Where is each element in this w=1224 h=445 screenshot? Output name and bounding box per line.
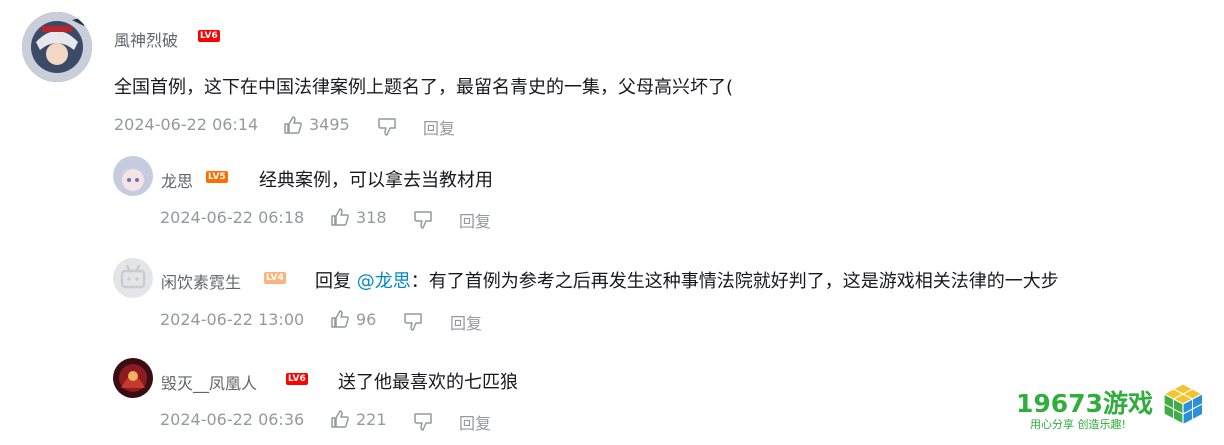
watermark-brand: 19673游戏 bbox=[1016, 389, 1153, 418]
reply-body: 有了首例为参考之后再发生这种事情法院就好判了，这是游戏相关法律的一大步 bbox=[428, 271, 1059, 292]
thumbs-up-icon[interactable] bbox=[283, 115, 303, 135]
like-count: 221 bbox=[356, 410, 387, 429]
mention-separator: ： bbox=[410, 271, 429, 292]
reply-button[interactable]: 回复 bbox=[450, 310, 482, 334]
comment-time: 2024-06-22 06:14 bbox=[114, 115, 259, 134]
reply-time: 2024-06-22 13:00 bbox=[160, 310, 305, 329]
level-badge: LV5 bbox=[206, 171, 228, 183]
cube-logo-icon bbox=[1162, 383, 1204, 425]
like-count: 318 bbox=[356, 208, 387, 227]
watermark-slogan: 用心分享 创造乐趣! bbox=[1030, 418, 1126, 431]
reply-text: 经典案例，可以拿去当教材用 bbox=[259, 170, 493, 191]
reply-text: 送了他最喜欢的七匹狼 bbox=[338, 372, 518, 393]
thumbs-up-icon[interactable] bbox=[330, 309, 350, 329]
like-count: 96 bbox=[356, 310, 377, 329]
avatar[interactable] bbox=[22, 12, 92, 82]
reply-button[interactable]: 回复 bbox=[459, 410, 491, 434]
mention-link[interactable]: @龙思 bbox=[357, 271, 411, 292]
avatar[interactable] bbox=[113, 258, 153, 298]
reply-button[interactable]: 回复 bbox=[423, 115, 455, 139]
username[interactable]: 風神烈破 bbox=[114, 27, 178, 51]
reply-time: 2024-06-22 06:36 bbox=[160, 410, 305, 429]
like-count: 3495 bbox=[309, 115, 350, 134]
level-badge: LV6 bbox=[198, 30, 220, 42]
username[interactable]: 毁灭__凤凰人 bbox=[161, 370, 257, 394]
thumbs-up-icon[interactable] bbox=[330, 207, 350, 227]
reply-button[interactable]: 回复 bbox=[459, 208, 491, 232]
comment-text: 全国首例，这下在中国法律案例上题名了，最留名青史的一集，父母高兴坏了( bbox=[114, 77, 734, 98]
thumbs-down-icon[interactable] bbox=[377, 117, 397, 137]
avatar[interactable] bbox=[113, 156, 153, 196]
thumbs-down-icon[interactable] bbox=[403, 312, 423, 332]
username[interactable]: 龙思 bbox=[161, 168, 193, 192]
thumbs-down-icon[interactable] bbox=[413, 412, 433, 432]
reply-prefix: 回复 bbox=[315, 271, 357, 292]
thumbs-up-icon[interactable] bbox=[330, 409, 350, 429]
reply-time: 2024-06-22 06:18 bbox=[160, 208, 305, 227]
reply-text: 回复 @龙思：有了首例为参考之后再发生这种事情法院就好判了，这是游戏相关法律的一… bbox=[315, 267, 1059, 293]
level-badge: LV6 bbox=[286, 373, 308, 385]
avatar[interactable] bbox=[113, 358, 153, 398]
level-badge: LV4 bbox=[264, 272, 286, 284]
thumbs-down-icon[interactable] bbox=[413, 210, 433, 230]
username[interactable]: 闲饮素霓生 bbox=[161, 269, 241, 293]
